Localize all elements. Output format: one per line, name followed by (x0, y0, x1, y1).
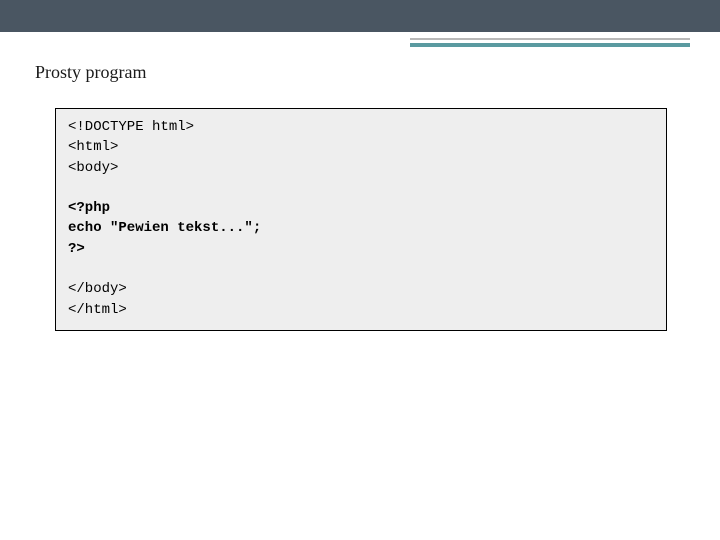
header-bar (0, 0, 720, 32)
code-line: <?php (68, 200, 110, 216)
code-line: <!DOCTYPE html> (68, 119, 194, 135)
accent-line-teal (410, 43, 690, 47)
slide-title: Prosty program (35, 62, 147, 83)
code-line: ?> (68, 241, 85, 257)
code-line: echo "Pewien tekst..."; (68, 220, 261, 236)
code-block: <!DOCTYPE html> <html> <body> <?php echo… (55, 108, 667, 331)
code-line: </body> (68, 281, 127, 297)
accent-lines (410, 38, 690, 47)
code-line: <body> (68, 160, 118, 176)
code-line: <html> (68, 139, 118, 155)
accent-line-gray (410, 38, 690, 40)
code-line: </html> (68, 302, 127, 318)
